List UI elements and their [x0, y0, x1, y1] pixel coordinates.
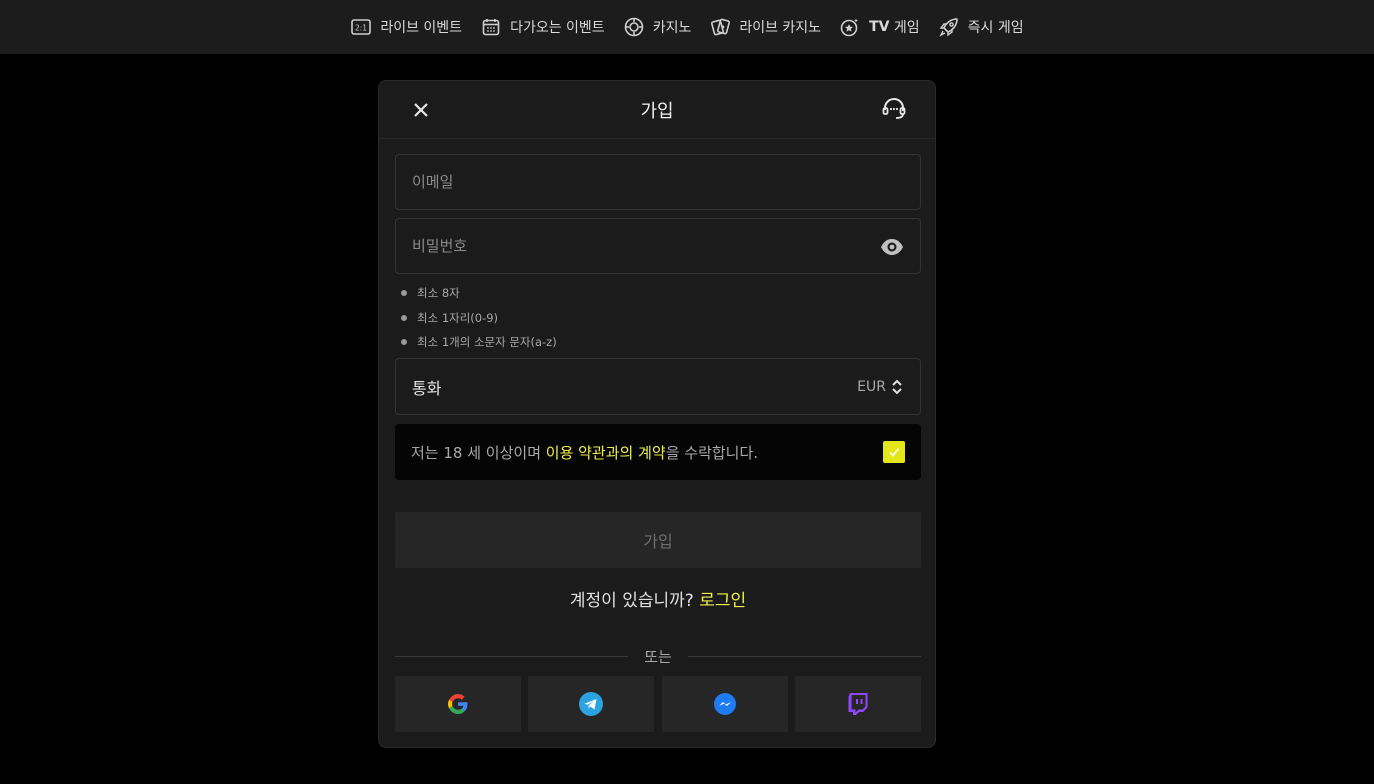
live-scoreboard-icon: 2:1 [350, 16, 372, 38]
nav-label-casino: 카지노 [652, 20, 692, 36]
nav-item-tv-games[interactable]: TV 게임 [839, 16, 920, 38]
messenger-login-button[interactable] [661, 676, 788, 732]
currency-label: 통화 [412, 378, 442, 398]
calendar-icon [480, 16, 502, 38]
messenger-icon [713, 693, 736, 715]
telegram-login-button[interactable] [528, 676, 655, 732]
terms-text: 저는 18 세 이상이며 이용 약관과의 계약을 수락합니다. [411, 442, 758, 463]
close-icon [414, 103, 428, 117]
password-rule: 최소 1개의 소문자 문자(a-z) [401, 330, 557, 355]
support-button[interactable] [881, 96, 907, 122]
signup-submit-button[interactable]: 가입 [395, 512, 921, 568]
password-input[interactable] [396, 219, 920, 273]
password-rule: 최소 8자 [401, 281, 557, 306]
bullet-icon [401, 314, 407, 321]
checkmark-icon [889, 448, 900, 457]
email-field-container [395, 154, 921, 210]
divider-line [687, 655, 922, 657]
login-prompt: 계정이 있습니까? 로그인 [379, 586, 937, 611]
nav-item-casino[interactable]: 카지노 [623, 16, 692, 38]
nav-label-live-events: 라이브 이벤트 [380, 20, 463, 36]
nav-item-live-casino[interactable]: 라이브 카지노 [709, 16, 821, 38]
rocket-icon [938, 16, 960, 38]
nav-label-tv-games: 게임 [889, 20, 920, 36]
nav-item-instant-games[interactable]: 즉시 게임 [938, 16, 1024, 38]
currency-value-wrap: EUR [857, 378, 904, 396]
divider-text: 또는 [644, 647, 672, 666]
password-field-container [395, 218, 921, 274]
nav-item-upcoming-events[interactable]: 다가오는 이벤트 [480, 16, 605, 38]
nav-label-upcoming-events: 다가오는 이벤트 [510, 20, 605, 36]
password-rule: 최소 1자리(0-9) [401, 306, 557, 331]
password-rules: 최소 8자 최소 1자리(0-9) 최소 1개의 소문자 문자(a-z) [401, 281, 557, 355]
currency-select[interactable]: 통화 EUR [395, 358, 921, 415]
twitch-login-button[interactable] [794, 676, 921, 732]
terms-checkbox[interactable] [883, 441, 905, 463]
login-link[interactable]: 로그인 [699, 591, 746, 611]
terms-link[interactable]: 이용 약관과의 계약 [546, 444, 666, 462]
close-button[interactable] [409, 98, 433, 122]
eye-icon[interactable] [880, 236, 904, 258]
modal-header: 가입 [379, 81, 935, 139]
email-input[interactable] [396, 155, 920, 209]
twitch-icon [848, 693, 868, 715]
signup-modal: 가입 최소 8자 최소 1자리(0-9) 최소 1개의 소문자 문자(a-z) … [378, 80, 936, 748]
google-login-button[interactable] [395, 676, 521, 732]
terms-agreement: 저는 18 세 이상이며 이용 약관과의 계약을 수락합니다. [395, 424, 921, 480]
nav-label-live-casino: 라이브 카지노 [739, 20, 822, 36]
nav-label-tv-bold: TV [869, 19, 890, 35]
or-divider: 또는 [395, 645, 922, 667]
login-prompt-text: 계정이 있습니까? [569, 591, 700, 611]
bullet-icon [401, 339, 407, 346]
tv-games-icon [839, 16, 861, 38]
nav-item-live-events[interactable]: 2:1 라이브 이벤트 [350, 16, 462, 38]
terms-prefix: 저는 18 세 이상이며 [411, 443, 546, 462]
currency-value: EUR [857, 378, 886, 395]
casino-chip-icon [623, 16, 645, 38]
bullet-icon [401, 290, 407, 297]
telegram-icon [579, 692, 604, 716]
terms-suffix: 을 수락합니다. [665, 443, 759, 462]
google-icon [448, 694, 468, 714]
top-navigation: 2:1 라이브 이벤트 다가오는 이벤트 카지노 라이브 카지노 TV 게임 즉… [0, 0, 1374, 54]
nav-label-instant-games: 즉시 게임 [967, 20, 1024, 36]
modal-title: 가입 [640, 100, 674, 122]
chevron-up-down-icon [892, 379, 902, 394]
svg-text:2:1: 2:1 [355, 24, 367, 33]
social-login-row [395, 676, 921, 732]
headset-support-icon [882, 98, 906, 119]
playing-cards-icon [709, 16, 731, 38]
divider-line [395, 655, 629, 657]
